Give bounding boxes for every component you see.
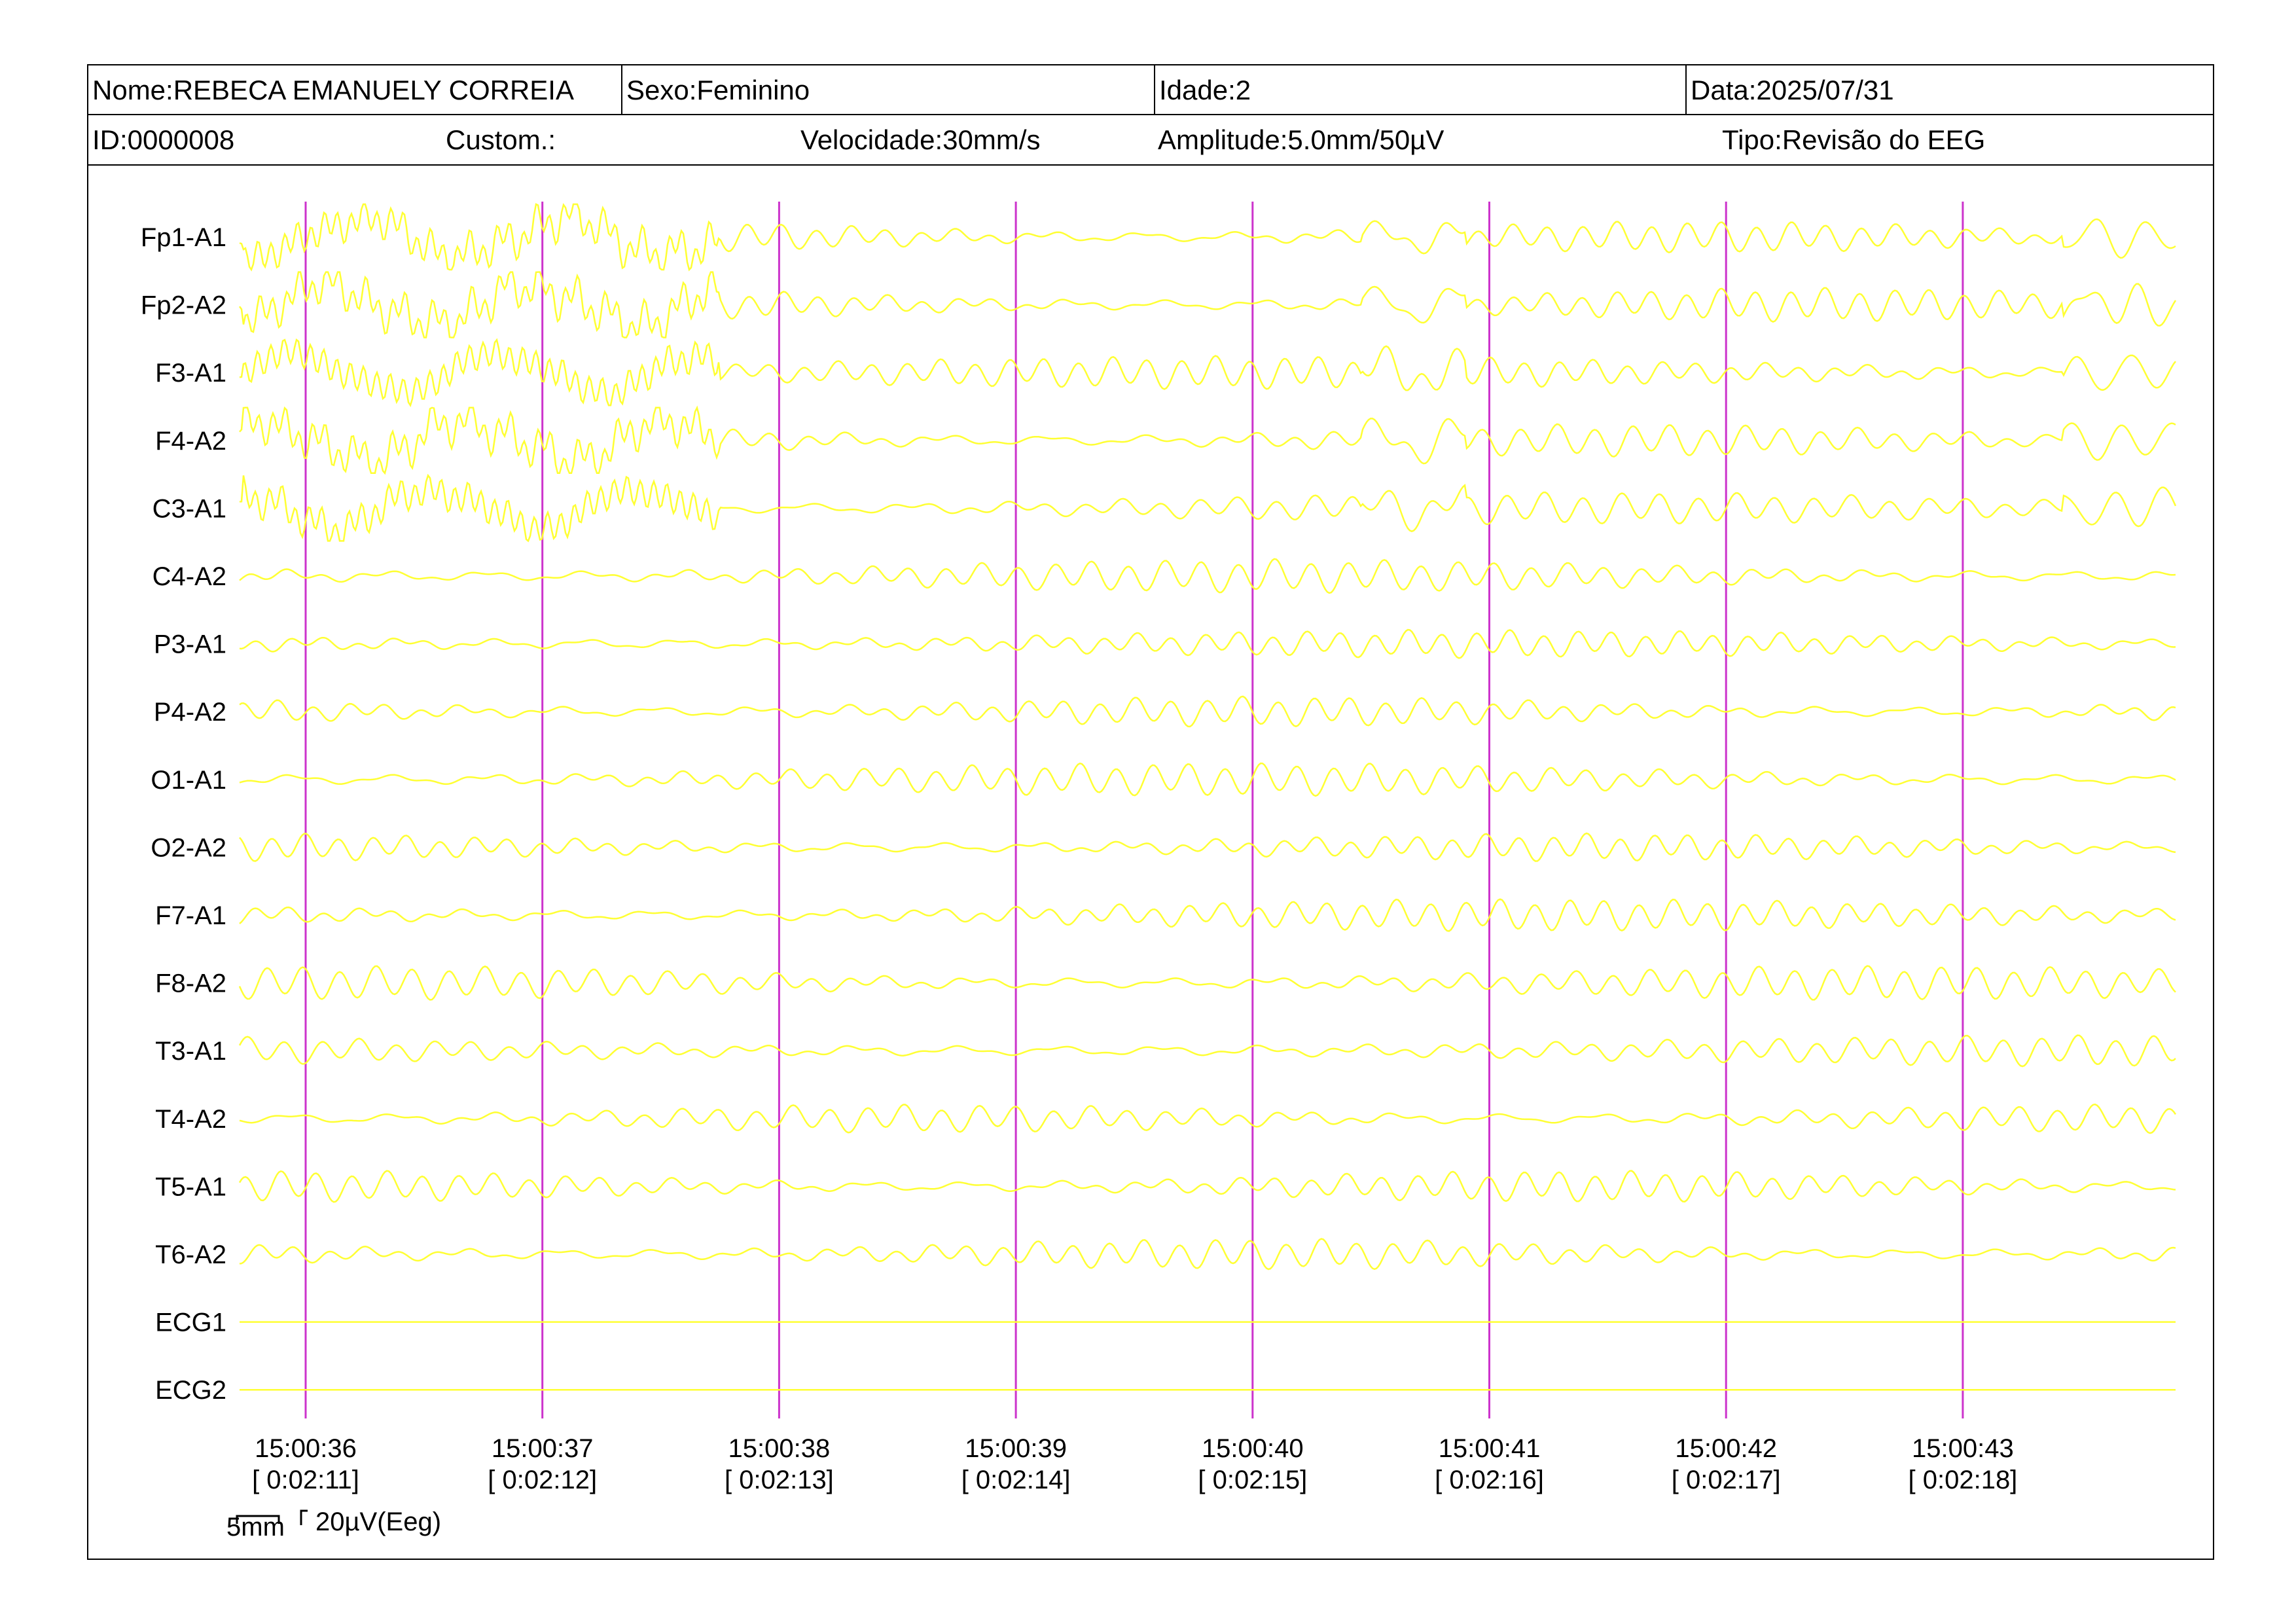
marker-elapsed-time: [ 0:02:12]	[488, 1466, 597, 1494]
channel-label: F4-A2	[155, 427, 226, 456]
channel-label: T3-A1	[155, 1037, 226, 1066]
marker-clock-time: 15:00:40	[1202, 1434, 1304, 1463]
eeg-trace	[239, 832, 2176, 862]
amplitude-scale-label: 20µV(Eeg)	[315, 1507, 441, 1536]
eeg-trace	[238, 965, 2176, 1001]
marker-elapsed-time: [ 0:02:16]	[1435, 1466, 1544, 1494]
eeg-trace	[238, 1034, 2176, 1068]
eeg-trace	[239, 473, 2177, 543]
eeg-trace	[239, 762, 2176, 797]
eeg-trace	[239, 695, 2176, 728]
eeg-trace	[239, 405, 2176, 475]
marker-clock-time: 15:00:36	[255, 1434, 357, 1463]
channel-label: Fp2-A2	[141, 291, 226, 320]
channel-label: P3-A1	[154, 630, 226, 659]
eeg-trace	[239, 898, 2176, 932]
marker-elapsed-time: [ 0:02:14]	[961, 1466, 1071, 1494]
channel-label: O2-A2	[151, 833, 226, 862]
channel-label: C3-A1	[152, 494, 226, 523]
channel-label: F3-A1	[155, 359, 226, 388]
amplitude-scale-bracket	[300, 1509, 308, 1525]
eeg-trace	[239, 628, 2176, 659]
eeg-trace	[239, 558, 2176, 594]
marker-elapsed-time: [ 0:02:18]	[1909, 1466, 2018, 1494]
eeg-trace	[239, 1238, 2176, 1271]
eeg-trace	[239, 338, 2176, 408]
time-scale-label: 5mm	[226, 1513, 285, 1542]
marker-elapsed-time: [ 0:02:11]	[252, 1466, 359, 1494]
channel-label: T4-A2	[155, 1105, 226, 1134]
eeg-trace	[238, 271, 2177, 338]
channel-label: ECG2	[155, 1376, 226, 1405]
channel-labels: Fp1-A1 Fp2-A2 F3-A1 F4-A2 C3-A1 C4-A2 P3-A1 P4-…	[141, 223, 226, 1405]
marker-clock-time: 15:00:37	[492, 1434, 594, 1463]
channel-label: C4-A2	[152, 562, 226, 591]
eeg-trace	[239, 1103, 2177, 1134]
marker-clock-time: 15:00:39	[965, 1434, 1067, 1463]
scale-bar: 5mm 20µV(Eeg)	[226, 1507, 441, 1542]
marker-elapsed-time: [ 0:02:15]	[1198, 1466, 1307, 1494]
marker-elapsed-time: [ 0:02:13]	[725, 1466, 834, 1494]
channel-label: O1-A1	[151, 766, 226, 795]
channel-label: ECG1	[155, 1308, 226, 1337]
channel-label: F7-A1	[155, 901, 226, 930]
channel-label: P4-A2	[154, 698, 226, 727]
marker-elapsed-time: [ 0:02:17]	[1672, 1466, 1781, 1494]
marker-clock-time: 15:00:42	[1675, 1434, 1777, 1463]
eeg-trace-area: Fp1-A1 Fp2-A2 F3-A1 F4-A2 C3-A1 C4-A2 P3-A1 P4-…	[141, 202, 2177, 1542]
marker-clock-time: 15:00:41	[1439, 1434, 1541, 1463]
channel-label: T5-A1	[155, 1172, 226, 1201]
marker-clock-time: 15:00:38	[728, 1434, 831, 1463]
eeg-trace	[239, 203, 2176, 272]
time-axis-labels: 15:00:36 [ 0:02:11] 15:00:37 [ 0:02:12] 15:0…	[252, 1434, 2017, 1494]
channel-label: Fp1-A1	[141, 223, 226, 252]
marker-clock-time: 15:00:43	[1912, 1434, 2014, 1463]
channel-label: F8-A2	[155, 969, 226, 998]
eeg-trace	[238, 1170, 2176, 1203]
eeg-traces	[238, 203, 2177, 1391]
channel-label: T6-A2	[155, 1240, 226, 1269]
time-marker-lines	[304, 202, 1964, 1418]
